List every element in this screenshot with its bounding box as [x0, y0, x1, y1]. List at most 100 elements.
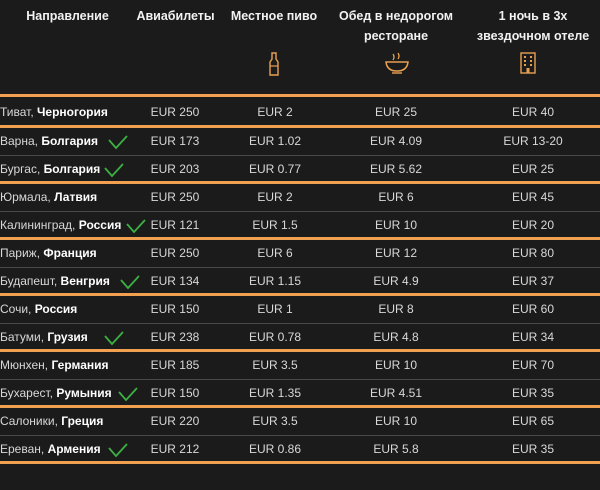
- city-name: Батуми,: [0, 330, 48, 344]
- city-name: Сочи,: [0, 302, 35, 316]
- hotel-cell: EUR 37: [511, 274, 555, 288]
- lunch-cell: EUR 12: [374, 246, 418, 260]
- lunch-cell: EUR 4.51: [369, 386, 423, 400]
- hotel-cell: EUR 65: [511, 414, 555, 428]
- airfare-cell: EUR 121: [150, 218, 200, 232]
- country-name: Латвия: [54, 190, 98, 204]
- checkmark-icon: [104, 331, 124, 346]
- building-icon: [520, 52, 536, 74]
- hotel-cell: EUR 45: [511, 190, 555, 204]
- city-name: Тиват,: [0, 105, 37, 119]
- airfare-cell: EUR 150: [150, 302, 200, 316]
- destination-cell: Париж, Франция: [0, 240, 125, 267]
- airfare-cell: EUR 185: [150, 358, 200, 372]
- beer-cell: EUR 6: [257, 246, 293, 260]
- country-name: Франция: [43, 246, 97, 260]
- destination-cell: Ереван, Армения: [0, 436, 125, 463]
- table-body: Тиват, Черногория EUR 250 EUR 2 EUR 25 EUR 4…: [0, 97, 600, 464]
- table-row: Бухарест, Румыния EUR 150 EUR 1.35 EUR 4.51…: [0, 380, 600, 408]
- city-name: Варна,: [0, 134, 42, 148]
- airfare-cell: EUR 150: [150, 386, 200, 400]
- destination-cell: Сочи, Россия: [0, 296, 125, 323]
- country-name: Армения: [47, 442, 101, 456]
- lunch-cell: EUR 8: [378, 302, 414, 316]
- hotel-cell: EUR 34: [511, 330, 555, 344]
- beer-cell: EUR 1.02: [248, 134, 302, 148]
- beer-cell: EUR 0.78: [248, 330, 302, 344]
- city-name: Бухарест,: [0, 386, 57, 400]
- table-row: Варна, Болгария EUR 173 EUR 1.02 EUR 4.09 EU…: [0, 128, 600, 156]
- beer-cell: EUR 2: [257, 105, 293, 119]
- city-name: Париж,: [0, 246, 44, 260]
- country-name: Болгария: [43, 162, 101, 176]
- airfare-cell: EUR 134: [150, 274, 200, 288]
- table-row: Калининград, Россия EUR 121 EUR 1.5 EUR 10 E…: [0, 212, 600, 240]
- destination-cell: Калининград, Россия: [0, 212, 125, 239]
- table-row: Батуми, Грузия EUR 238 EUR 0.78 EUR 4.8 EUR …: [0, 324, 600, 352]
- table-header: Направление Авиабилеты Местное пиво Обед…: [0, 0, 600, 97]
- table-row: Будапешт, Венгрия EUR 134 EUR 1.15 EUR 4.9 E…: [0, 268, 600, 296]
- beer-cell: EUR 1.5: [252, 218, 298, 232]
- destination-cell: Тиват, Черногория: [0, 97, 125, 128]
- bottle-icon: [269, 52, 279, 76]
- table-row: Бургас, Болгария EUR 203 EUR 0.77 EUR 5.62 E…: [0, 156, 600, 184]
- table-row: Сочи, Россия EUR 150 EUR 1 EUR 8 EUR 60: [0, 296, 600, 324]
- lunch-cell: EUR 6: [378, 190, 414, 204]
- checkmark-icon: [108, 443, 128, 458]
- header-destination: Направление: [26, 9, 109, 23]
- destination-cell: Бухарест, Румыния: [0, 380, 125, 407]
- airfare-cell: EUR 173: [150, 134, 200, 148]
- country-name: Венгрия: [60, 274, 110, 288]
- airfare-cell: EUR 203: [150, 162, 200, 176]
- lunch-cell: EUR 4.9: [373, 274, 419, 288]
- country-name: Грузия: [47, 330, 88, 344]
- lunch-cell: EUR 5.8: [373, 442, 419, 456]
- lunch-cell: EUR 4.8: [373, 330, 419, 344]
- airfare-cell: EUR 238: [150, 330, 200, 344]
- beer-cell: EUR 2: [257, 190, 293, 204]
- header-lunch: Обед в недорогом ресторане: [330, 6, 462, 46]
- destination-cell: Салоники, Греция: [0, 408, 125, 435]
- table-row: Ереван, Армения EUR 212 EUR 0.86 EUR 5.8 EUR…: [0, 436, 600, 464]
- country-name: Румыния: [56, 386, 112, 400]
- city-name: Будапешт,: [0, 274, 61, 288]
- lunch-cell: EUR 10: [374, 358, 418, 372]
- airfare-cell: EUR 250: [150, 246, 200, 260]
- lunch-cell: EUR 10: [374, 414, 418, 428]
- beer-cell: EUR 3.5: [252, 358, 298, 372]
- beer-cell: EUR 1.15: [248, 274, 302, 288]
- lunch-cell: EUR 5.62: [369, 162, 423, 176]
- hotel-cell: EUR 40: [511, 105, 555, 119]
- hotel-cell: EUR 35: [511, 442, 555, 456]
- country-name: Греция: [61, 414, 104, 428]
- hotel-cell: EUR 35: [511, 386, 555, 400]
- country-name: Черногория: [37, 105, 108, 119]
- hotel-cell: EUR 70: [511, 358, 555, 372]
- hotel-cell: EUR 80: [511, 246, 555, 260]
- beer-cell: EUR 0.86: [248, 442, 302, 456]
- beer-cell: EUR 1.35: [248, 386, 302, 400]
- country-name: Россия: [78, 218, 122, 232]
- country-name: Болгария: [41, 134, 98, 148]
- destination-cell: Будапешт, Венгрия: [0, 268, 125, 295]
- hotel-cell: EUR 20: [511, 218, 555, 232]
- airfare-cell: EUR 220: [150, 414, 200, 428]
- price-comparison-table: Направление Авиабилеты Местное пиво Обед…: [0, 0, 600, 490]
- city-name: Калининград,: [0, 218, 79, 232]
- airfare-cell: EUR 250: [150, 190, 200, 204]
- header-lunch-line2: ресторане: [363, 29, 429, 43]
- bowl-icon: [385, 52, 409, 74]
- hotel-cell: EUR 13-20: [503, 134, 563, 148]
- table-row: Париж, Франция EUR 250 EUR 6 EUR 12 EUR 80: [0, 240, 600, 268]
- airfare-cell: EUR 212: [150, 442, 200, 456]
- header-airfare: Авиабилеты: [136, 9, 215, 23]
- destination-cell: Юрмала, Латвия: [0, 184, 125, 211]
- country-name: Россия: [34, 302, 78, 316]
- city-name: Юрмала,: [0, 190, 55, 204]
- lunch-cell: EUR 25: [374, 105, 418, 119]
- header-hotel: 1 ночь в 3х звездочном отеле: [466, 6, 600, 46]
- table-row: Тиват, Черногория EUR 250 EUR 2 EUR 25 EUR 4…: [0, 97, 600, 128]
- lunch-cell: EUR 4.09: [369, 134, 423, 148]
- header-hotel-line1: 1 ночь в 3х: [498, 9, 568, 23]
- header-beer: Местное пиво: [230, 9, 318, 23]
